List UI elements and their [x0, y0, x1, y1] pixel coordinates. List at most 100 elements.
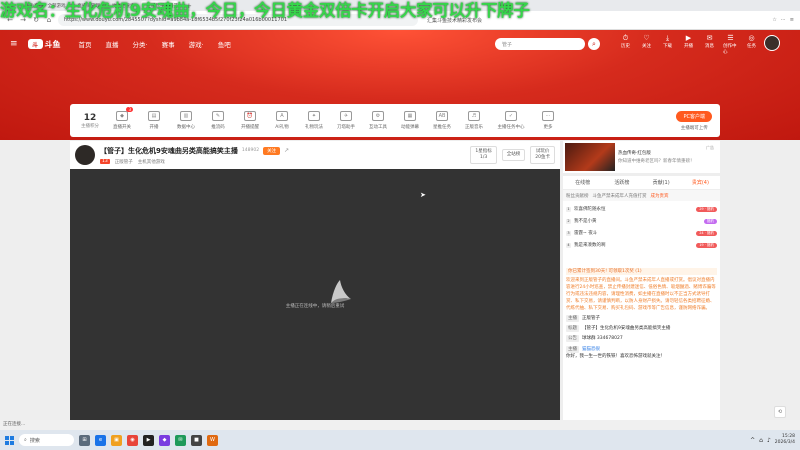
- rank-badge: 猎豹: [704, 218, 717, 224]
- search-icon: ⌕: [24, 437, 27, 443]
- streamer-avatar[interactable]: [75, 145, 95, 165]
- right-sidebar: 热血传奇·红包版 你知道中维奇老区吗？新春年情重磅！ 广告 在线榜 活跃榜 贡献…: [563, 141, 720, 430]
- checkin-notice[interactable]: 你已累计签到30天! 可领取1次奖 (1): [566, 268, 717, 275]
- tool-more[interactable]: ⋯ 更多: [536, 111, 560, 130]
- tab-online-rank[interactable]: 在线榜: [563, 179, 602, 186]
- nav-games[interactable]: 游戏·: [189, 39, 204, 49]
- taskbar-app-icon[interactable]: e: [95, 434, 106, 446]
- pc-client-button[interactable]: PC客户端: [676, 110, 712, 122]
- tool-data-center[interactable]: ▥ 数据中心: [174, 111, 198, 130]
- tool-label: 更多: [543, 125, 553, 130]
- tool-task-center[interactable]: ✓ 主播任务中心: [494, 111, 528, 130]
- taskbar-app-icon[interactable]: ⊞: [79, 434, 90, 446]
- anchor-level[interactable]: 12 主播积分: [78, 113, 102, 129]
- taskbar-app-icon[interactable]: ▶: [143, 434, 154, 446]
- rank-badge: 29 · 猎豹: [696, 206, 717, 212]
- tool-ai-gift[interactable]: A AI礼物: [270, 111, 294, 130]
- info-title: 标题 【管子】生化危机9安魂曲另类高能搞笑主播: [566, 325, 671, 332]
- nav-live[interactable]: 直播: [106, 39, 119, 49]
- tool-music[interactable]: ♬ 正版音乐: [462, 111, 486, 130]
- rank-name: 我不是小黄: [574, 219, 597, 224]
- check-icon: ✓: [505, 111, 517, 121]
- ad-desc: 你知道中维奇老区吗？新春年情重磅！: [618, 159, 695, 164]
- site-logo[interactable]: 斗 斗鱼: [27, 39, 61, 50]
- streamer-level-tag: 13: [100, 159, 110, 164]
- room-category[interactable]: 主机其他游戏: [138, 159, 165, 165]
- tool-label: 刀塔助手: [337, 125, 355, 130]
- fan-contribution-tab[interactable]: 粉丝贡献榜: [566, 193, 589, 199]
- tool-label: 礼物玩法: [305, 125, 323, 130]
- taskbar-app-icon[interactable]: ▣: [111, 434, 122, 446]
- tool-stream[interactable]: ▤ 开播: [142, 111, 166, 130]
- tool-danmaku[interactable]: ▦ 动能弹幕: [398, 111, 422, 130]
- rank-row[interactable]: 2 我不是小黄 猎豹: [566, 215, 717, 227]
- taskbar-search[interactable]: ⌕ 搜索: [19, 434, 74, 446]
- taskbar-app-icon[interactable]: W: [207, 434, 218, 446]
- ad-banner[interactable]: 热血传奇·红包版 你知道中维奇老区吗？新春年情重磅！ 广告: [563, 141, 720, 173]
- taskbar-app-icon[interactable]: ✉: [175, 434, 186, 446]
- volume-icon[interactable]: ♪: [767, 437, 771, 444]
- taskbar-app-icon[interactable]: ◉: [127, 434, 138, 446]
- become-vip-link[interactable]: 成为贵宾: [651, 193, 669, 199]
- rank-row[interactable]: 4 我是来凑数的啊 19 · 猎豹: [566, 239, 717, 251]
- rank-badge: 24 · 猎豹: [696, 230, 717, 236]
- room-info: 【管子】生化危机9安魂曲另类高能搞笑主播 148902 关注 ↗ 13 正版管子…: [100, 146, 289, 165]
- tool-label: 开播: [149, 125, 159, 130]
- taskbar-app-icon[interactable]: ■: [191, 434, 202, 446]
- tool-dota-helper[interactable]: ✈ 刀塔助手: [334, 111, 358, 130]
- ai-icon: A: [276, 111, 288, 121]
- tool-live-switch[interactable]: ◆ 3 直播开关: [110, 107, 134, 130]
- tray-expand-icon[interactable]: ^: [750, 437, 755, 444]
- room-title-line: 【管子】生化危机9安魂曲另类高能搞笑主播 148902 关注 ↗: [100, 146, 289, 156]
- trial-price[interactable]: 试玩价 20鱼卡: [530, 146, 555, 164]
- tool-star-task[interactable]: AB 星推任务: [430, 111, 454, 130]
- tool-reminder[interactable]: ⏰ 开播提醒: [238, 111, 262, 130]
- site-rank[interactable]: 全站榜: [501, 149, 526, 161]
- rank-name: 我是来凑数的啊: [574, 243, 606, 248]
- rank-row[interactable]: 3 雷霆~ 夜斗 24 · 猎豹: [566, 227, 717, 239]
- ad-tag: 广告: [706, 145, 714, 150]
- tool-interaction[interactable]: ⚙ 互动工具: [366, 111, 390, 130]
- rank-name: 欢喜佛陀随永恒: [574, 207, 606, 212]
- chat-username[interactable]: 猫猫恐很: [582, 346, 600, 353]
- windows-start-icon[interactable]: [5, 435, 14, 445]
- network-icon[interactable]: ⌂: [759, 437, 763, 444]
- rank-row[interactable]: 1 欢喜佛陀随永恒 29 · 猎豹: [566, 203, 717, 215]
- tool-stream-key[interactable]: ✎ 推流码: [206, 111, 230, 130]
- rank-list: 1 欢喜佛陀随永恒 29 · 猎豹 2 我不是小黄 猎豹 3 雷霆~ 夜斗 24 · 猎豹 …: [563, 201, 720, 253]
- diamond-icon: ◆ 3: [116, 107, 133, 121]
- share-icon[interactable]: ↗: [284, 147, 289, 154]
- video-player[interactable]: 主播正在连线中，请稍后重试 ➤: [70, 169, 560, 430]
- chat-message: 主播 猫猫恐很: [566, 346, 717, 353]
- tab-contribution[interactable]: 贡献(1): [642, 179, 681, 186]
- welcome-message: 欢迎来到正版管子的直播间。斗鱼严禁未成年人直播或打赏。倡议对直播内容进行24小时…: [566, 278, 716, 311]
- nav-home[interactable]: 首页: [79, 39, 92, 49]
- follow-button[interactable]: 关注: [263, 146, 281, 155]
- streamer-name[interactable]: 正版管子: [115, 159, 133, 165]
- hamburger-menu-icon[interactable]: ≡: [10, 39, 18, 49]
- nav-events[interactable]: 赛事: [162, 39, 175, 49]
- rank-number: 1: [566, 206, 571, 212]
- tool-gift-play[interactable]: ✦ 礼物玩法: [302, 111, 326, 130]
- logo-mark: 斗: [27, 39, 43, 49]
- tool-label: 开播提醒: [241, 125, 259, 130]
- browser-status-bar: 正在连接...: [0, 420, 800, 430]
- video-status-message: 主播正在连线中，请稍后重试: [285, 304, 345, 309]
- nav-category[interactable]: 分类·: [133, 39, 148, 49]
- rank-name: 雷霆~ 夜斗: [574, 231, 598, 236]
- taskbar: ⌕ 搜索 ⊞ e ▣ ◉ ▶ ◆ ✉ ■ W ^ ⌂ ♪ 15:28 2026/3…: [0, 430, 800, 450]
- chart-icon: ▥: [180, 111, 192, 121]
- rank-tabs: 在线榜 活跃榜 贡献(1) 贵宾(4): [563, 176, 720, 190]
- tab-vip[interactable]: 贵宾(4): [681, 179, 720, 186]
- tool-label: 推流码: [211, 125, 225, 130]
- system-clock[interactable]: 15:28 2026/3/4: [775, 434, 795, 446]
- nav-yuba[interactable]: 鱼吧: [218, 39, 231, 49]
- plane-icon: ✈: [340, 111, 352, 121]
- refresh-float-icon[interactable]: ⟲: [774, 406, 786, 418]
- info-streamer: 主播 正版管子: [566, 315, 600, 322]
- tab-active-rank[interactable]: 活跃榜: [602, 179, 641, 186]
- taskbar-search-label: 搜索: [29, 437, 40, 444]
- tool-label: 互动工具: [369, 125, 387, 130]
- star-indicator[interactable]: 1星指标 1/3: [470, 146, 497, 164]
- taskbar-app-icon[interactable]: ◆: [159, 434, 170, 446]
